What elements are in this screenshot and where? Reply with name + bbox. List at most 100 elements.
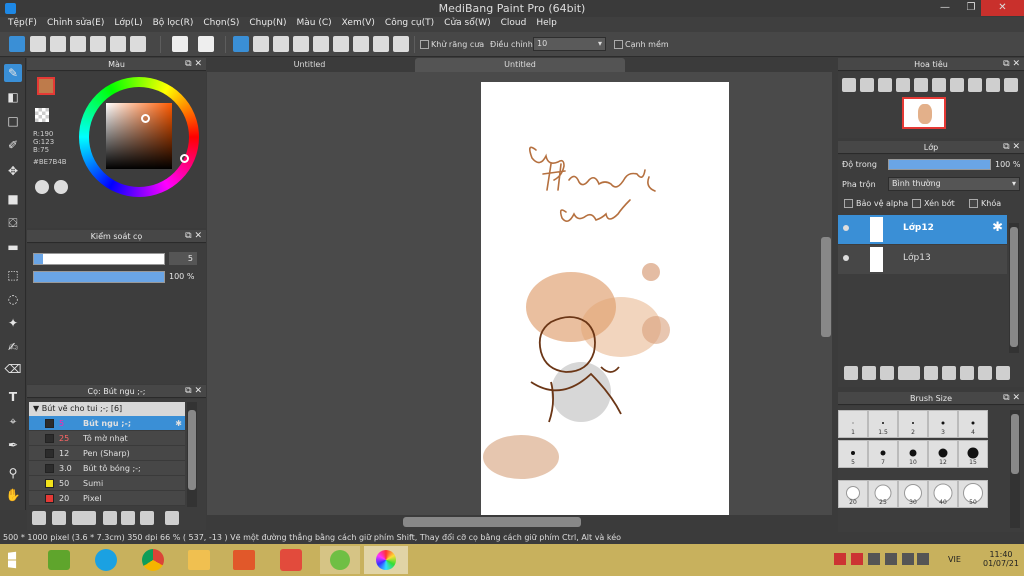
menu-color[interactable]: Màu (C) [292, 17, 337, 32]
gear-icon[interactable]: ✱ [175, 416, 182, 431]
brush-size-1.5[interactable]: 1.5 [868, 410, 898, 438]
fill-rect-tool-icon[interactable]: ■ [4, 190, 22, 208]
brush-group[interactable]: ▼ Bút vẽ cho tui ;-; [6] [29, 402, 185, 416]
trash-icon[interactable] [165, 511, 179, 525]
brush-size-20[interactable]: 20 [838, 480, 868, 508]
redo-icon[interactable] [198, 36, 214, 52]
pen-tool-icon[interactable]: ✐ [4, 136, 22, 154]
crisscross-snap-icon[interactable] [273, 36, 289, 52]
brush-new-icon[interactable] [52, 511, 66, 525]
grid-icon[interactable] [130, 36, 146, 52]
ellipse-snap-icon[interactable] [373, 36, 389, 52]
rotate-right-icon[interactable] [932, 78, 946, 92]
zoom-out-icon[interactable] [860, 78, 874, 92]
menu-view[interactable]: Xem(V) [337, 17, 380, 32]
document-icon[interactable] [90, 36, 106, 52]
brush-size-10[interactable]: 10 [898, 440, 928, 468]
brush-size-30[interactable]: 30 [898, 480, 928, 508]
menu-layer[interactable]: Lớp(L) [109, 17, 147, 32]
brush-size-4[interactable]: 4 [958, 410, 988, 438]
brush-add-icon[interactable] [32, 511, 46, 525]
folder-icon[interactable] [121, 511, 135, 525]
brush-item[interactable]: 3.0 Bút tô bóng ;-; [29, 461, 185, 476]
panel-close-icon[interactable]: ⧉ ✕ [1003, 392, 1020, 405]
sv-marker[interactable] [141, 114, 150, 123]
layer-row[interactable]: Lớp12 ✱ [838, 215, 1007, 244]
lock-checkbox[interactable] [969, 199, 978, 208]
antialias-checkbox[interactable] [420, 40, 429, 49]
brush-size-3[interactable]: 3 [928, 410, 958, 438]
brush-size-50[interactable]: 50 [958, 480, 988, 508]
taskbar-app-active[interactable] [320, 546, 360, 574]
vertical-scrollbar[interactable] [821, 237, 831, 337]
brush-size-15[interactable]: 15 [958, 440, 988, 468]
protect-alpha-checkbox[interactable] [844, 199, 853, 208]
bluestacks-icon[interactable] [48, 550, 70, 570]
brush-size-scrollbar[interactable] [1010, 410, 1020, 528]
panel-close-icon[interactable]: ⧉ ✕ [1003, 141, 1020, 154]
tab-untitled-1[interactable]: Untitled [207, 58, 412, 72]
tab-untitled-2[interactable]: Untitled [415, 58, 625, 72]
battery-icon[interactable] [917, 553, 929, 565]
blend-mode-select[interactable]: Bình thường ▾ [888, 177, 1020, 191]
brush-size-40[interactable]: 40 [928, 480, 958, 508]
no-snap-icon[interactable] [233, 36, 249, 52]
brush-size-7[interactable]: 7 [868, 440, 898, 468]
tray-v-icon[interactable] [851, 553, 863, 565]
lasso-tool-icon[interactable]: ◌ [4, 290, 22, 308]
hand-tool-icon[interactable]: ✋ [4, 486, 22, 504]
folder-icon[interactable] [924, 366, 938, 380]
zoom-icon[interactable] [896, 78, 910, 92]
eraser-tool-icon[interactable]: ◧ [4, 88, 22, 106]
chat-icon[interactable] [70, 36, 86, 52]
menu-edit[interactable]: Chỉnh sửa(E) [42, 17, 109, 32]
panel-close-icon[interactable]: ⧉ ✕ [185, 58, 202, 71]
text-tool-icon[interactable]: T [4, 388, 22, 406]
bucket-tool-icon[interactable]: ⛋ [4, 214, 22, 232]
panel-close-icon[interactable]: ⧉ ✕ [1003, 58, 1020, 71]
brush-size-slider[interactable] [33, 253, 165, 265]
new-halftone-layer-icon[interactable] [862, 366, 876, 380]
copy-layer-icon[interactable] [942, 366, 956, 380]
soft-edge-checkbox[interactable] [614, 40, 623, 49]
select-rect-tool-icon[interactable]: ⬚ [4, 266, 22, 284]
brush-size-25[interactable]: 25 [868, 480, 898, 508]
brush-list-scrollbar[interactable] [187, 402, 197, 507]
internet-explorer-icon[interactable] [95, 549, 117, 571]
brush-size-12[interactable]: 12 [928, 440, 958, 468]
hue-marker[interactable] [180, 154, 189, 163]
layer-settings-icon[interactable] [978, 366, 992, 380]
brush-item[interactable]: 50 Sumi [29, 476, 185, 491]
close-button[interactable]: ✕ [981, 0, 1024, 16]
menu-cloud[interactable]: Cloud [496, 17, 532, 32]
flip-icon[interactable] [950, 78, 964, 92]
panel-close-icon[interactable]: ⧉ ✕ [185, 385, 202, 398]
refresh-icon[interactable] [1004, 78, 1018, 92]
layer-scrollbar[interactable] [1009, 223, 1019, 353]
volume-icon[interactable] [902, 553, 914, 565]
settings-snap-icon[interactable] [393, 36, 409, 52]
eyedropper-tool-icon[interactable]: ⚲ [4, 464, 22, 482]
brush-item[interactable]: 25 Tô mờ nhạt [29, 431, 185, 446]
undo-icon[interactable] [172, 36, 188, 52]
eye-icon[interactable] [843, 255, 849, 261]
brush-item[interactable]: 12 Pen (Sharp) [29, 446, 185, 461]
list-icon[interactable] [110, 36, 126, 52]
menu-file[interactable]: Tệp(F) [3, 17, 42, 32]
menu-tools[interactable]: Công cụ(T) [380, 17, 439, 32]
radial-snap-icon[interactable] [313, 36, 329, 52]
palette-icon[interactable] [35, 180, 49, 194]
windows-start-icon[interactable] [8, 551, 17, 569]
magic-wand-tool-icon[interactable]: ✦ [4, 314, 22, 332]
add-layer-menu-icon[interactable] [898, 366, 920, 380]
app-icon-red[interactable] [280, 549, 302, 571]
correction-select[interactable]: 10 ▾ [533, 37, 606, 51]
input-language[interactable]: VIE [948, 555, 961, 564]
navigator-preview[interactable] [902, 97, 946, 129]
minimize-button[interactable]: — [932, 0, 958, 16]
file-explorer-icon[interactable] [188, 550, 210, 570]
share-icon[interactable] [30, 36, 46, 52]
select-pen-tool-icon[interactable]: ✍ [4, 338, 22, 356]
curve-snap-icon[interactable] [353, 36, 369, 52]
medibang-taskbar-icon[interactable] [364, 546, 408, 574]
